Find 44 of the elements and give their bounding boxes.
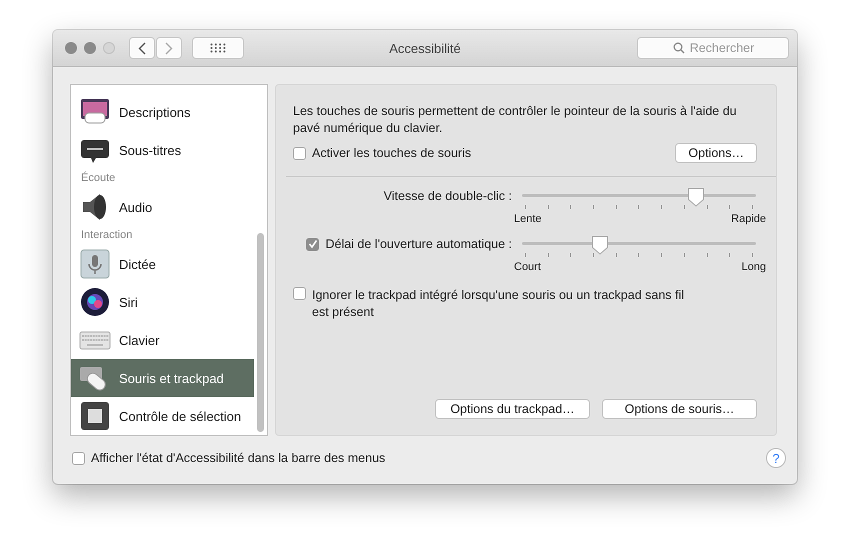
sidebar-item[interactable]: Sous-titres	[71, 131, 254, 169]
slider-min-label: Court	[514, 261, 541, 273]
checkbox-label: Afficher l'état d'Accessibilité dans la barre des menus	[91, 451, 386, 465]
sidebar-item[interactable]: Siri	[71, 283, 254, 321]
slider-max-label: Long	[742, 261, 766, 273]
slider-label: Délai de l'ouverture automatique :	[325, 237, 512, 251]
search-icon	[673, 42, 685, 54]
square-button-icon	[79, 400, 111, 432]
section-header: Écoute	[80, 170, 116, 186]
checkbox[interactable]	[306, 238, 320, 250]
options-button[interactable]: Options du trackpad…	[435, 399, 590, 419]
slider-max-label: Rapide	[731, 213, 766, 225]
sidebar-item[interactable]: Dictée	[71, 245, 254, 283]
sidebar-item[interactable]: Audio	[71, 188, 254, 226]
sidebar-item[interactable]: Descriptions	[71, 93, 254, 131]
options-button[interactable]: Options…	[675, 143, 757, 163]
close-button[interactable]	[65, 42, 77, 54]
window-title: Accessibilité	[389, 40, 461, 56]
checkbox-label: Activer les touches de souris	[312, 146, 472, 160]
search-field[interactable]: Rechercher	[637, 37, 789, 59]
help-button[interactable]: ?	[766, 448, 786, 468]
grid-icon	[210, 43, 226, 53]
chevron-left-icon	[138, 42, 146, 54]
sidebar-item[interactable]: Souris et trackpad	[71, 359, 254, 397]
orb-icon	[79, 286, 111, 318]
section-header: Interaction	[80, 228, 134, 243]
zoom-button[interactable]	[103, 42, 115, 54]
minimize-button[interactable]	[84, 42, 96, 54]
description-text: Les touches de souris permettent de contrôler le pointeur de la souris à l'aide du pavé numérique du clavier.	[293, 103, 738, 137]
checkbox[interactable]	[293, 146, 306, 160]
back-button[interactable]	[129, 37, 155, 59]
show-all-button[interactable]	[192, 37, 244, 59]
chevron-right-icon	[165, 42, 173, 54]
slider-min-label: Lente	[514, 213, 542, 225]
slider-thumb[interactable]	[591, 235, 610, 255]
microphone-icon	[79, 248, 111, 280]
sidebar-item[interactable]: Contrôle de sélection	[71, 397, 254, 435]
slider-label: Vitesse de double-clic :	[384, 189, 512, 203]
options-button[interactable]: Options de souris…	[602, 399, 757, 419]
checkbox[interactable]	[72, 452, 85, 464]
sidebar-item[interactable]: Clavier	[71, 321, 254, 359]
slider-thumb[interactable]	[686, 187, 705, 207]
checkbox-label: Ignorer le trackpad intégré lorsqu'une souris ou un trackpad sans fil est présent	[312, 287, 686, 321]
checkbox[interactable]	[293, 287, 306, 300]
